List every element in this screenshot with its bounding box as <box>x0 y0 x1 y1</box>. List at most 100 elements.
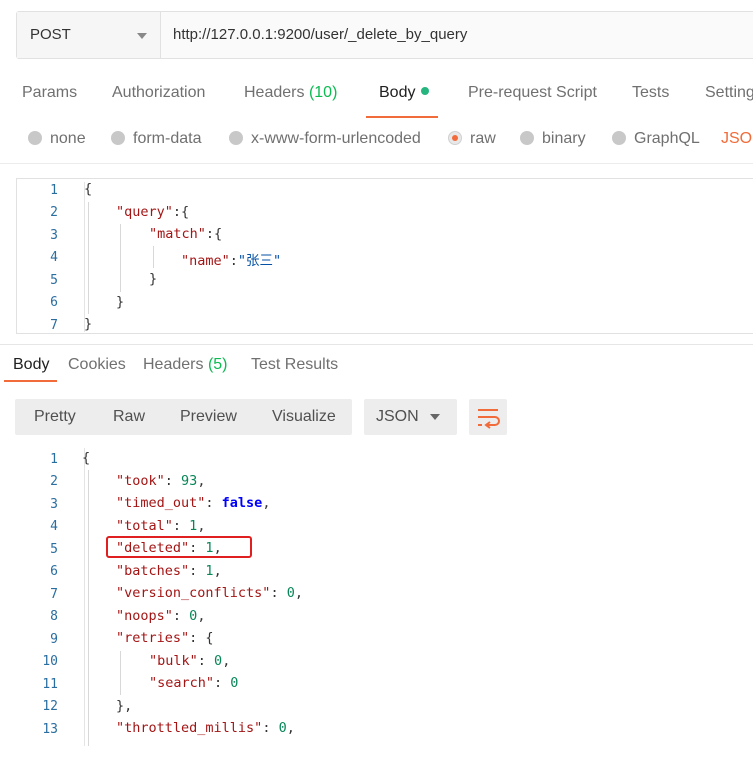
radio-none[interactable] <box>28 131 42 145</box>
wrap-lines-button[interactable] <box>469 399 507 435</box>
code-line: "name":"张三" <box>181 249 281 269</box>
line-number: 2 <box>50 474 58 489</box>
radio-graphql[interactable] <box>612 131 626 145</box>
json-key: "batches" <box>116 563 190 579</box>
json-number: 0 <box>230 675 239 691</box>
response-format-select[interactable]: JSON <box>364 399 457 435</box>
line-number: 1 <box>50 183 58 198</box>
method-label: POST <box>30 26 71 43</box>
radio-raw[interactable] <box>448 131 462 145</box>
response-tab-headers-count: (5) <box>207 356 228 373</box>
line-number: 13 <box>42 722 58 737</box>
json-number: 0 <box>286 585 295 601</box>
code-line: "total": 1, <box>116 518 206 534</box>
line-number: 10 <box>42 654 58 669</box>
tab-headers[interactable]: Headers (10) <box>244 84 337 102</box>
radio-urlencoded[interactable] <box>229 131 243 145</box>
radio-urlencoded-label[interactable]: x-www-form-urlencoded <box>251 130 421 148</box>
code-line: "noops": 0, <box>116 608 206 624</box>
line-number: 3 <box>50 497 58 512</box>
gutter-line <box>84 182 85 332</box>
code-line: "match":{ <box>149 226 222 242</box>
json-number: 0 <box>214 653 223 669</box>
json-number: 93 <box>181 473 198 489</box>
radio-form-data-label[interactable]: form-data <box>133 130 201 148</box>
line-number: 1 <box>50 452 58 467</box>
tab-tests[interactable]: Tests <box>632 84 669 102</box>
radio-form-data[interactable] <box>111 131 125 145</box>
tab-body[interactable]: Body <box>379 84 430 102</box>
json-punct: { <box>205 630 214 646</box>
divider <box>0 344 753 345</box>
chevron-down-icon <box>430 414 440 420</box>
response-tab-test-results[interactable]: Test Results <box>251 356 338 374</box>
code-line: "timed_out": false, <box>116 495 271 511</box>
indent-guide <box>120 224 121 292</box>
json-key: "noops" <box>116 608 173 624</box>
json-key: "version_conflicts" <box>116 585 271 601</box>
indent-guide <box>120 651 121 695</box>
tab-params[interactable]: Params <box>22 84 77 102</box>
line-number: 2 <box>50 205 58 220</box>
url-input[interactable]: http://127.0.0.1:9200/user/_delete_by_qu… <box>173 26 467 43</box>
radio-binary[interactable] <box>520 131 534 145</box>
response-format-label: JSON <box>376 408 419 425</box>
raw-button[interactable]: Raw <box>113 408 145 426</box>
json-boolean: false <box>221 495 263 511</box>
code-line: { <box>84 181 93 197</box>
preview-button[interactable]: Preview <box>180 408 237 426</box>
indent-guide <box>88 470 89 746</box>
json-string: "张三" <box>237 253 282 269</box>
json-punct: :{ <box>205 226 223 242</box>
tab-authorization[interactable]: Authorization <box>112 84 205 102</box>
visualize-button[interactable]: Visualize <box>272 408 336 426</box>
body-format-dropdown[interactable]: JSON <box>721 130 753 148</box>
line-number: 5 <box>50 542 58 557</box>
method-select[interactable]: POST <box>17 12 161 58</box>
json-key: "timed_out" <box>116 495 206 511</box>
radio-none-label[interactable]: none <box>50 130 86 148</box>
divider <box>0 163 753 164</box>
json-number: 0 <box>189 608 198 624</box>
json-number: 0 <box>278 720 287 736</box>
highlight-annotation-box <box>106 536 252 558</box>
radio-binary-label[interactable]: binary <box>542 130 586 148</box>
url-bar: POST http://127.0.0.1:9200/user/_delete_… <box>16 11 753 59</box>
code-line: "retries": { <box>116 630 214 646</box>
code-line: { <box>82 450 91 466</box>
tab-pre-request-script[interactable]: Pre-request Script <box>468 84 597 102</box>
json-key: "match" <box>149 226 206 242</box>
line-number: 4 <box>50 519 58 534</box>
radio-graphql-label[interactable]: GraphQL <box>634 130 700 148</box>
line-number: 12 <box>42 699 58 714</box>
tab-headers-label: Headers <box>244 84 305 101</box>
code-line: "bulk": 0, <box>149 653 231 669</box>
gutter-line <box>84 448 85 746</box>
line-number: 11 <box>42 677 58 692</box>
radio-raw-label[interactable]: raw <box>470 130 496 148</box>
request-body-editor[interactable] <box>16 178 753 334</box>
tab-headers-count: (10) <box>308 84 338 101</box>
body-active-dot-icon <box>421 87 430 95</box>
json-key: "took" <box>116 473 165 489</box>
response-tab-headers[interactable]: Headers (5) <box>143 356 228 374</box>
json-key: "query" <box>116 204 173 220</box>
line-number: 6 <box>50 564 58 579</box>
json-number: 1 <box>189 518 198 534</box>
response-tab-cookies[interactable]: Cookies <box>68 356 126 374</box>
response-tab-headers-label: Headers <box>143 356 204 373</box>
code-line: "query":{ <box>116 204 189 220</box>
wrap-lines-icon <box>478 409 500 429</box>
response-tab-body[interactable]: Body <box>13 356 49 374</box>
response-view-mode-group: Pretty Raw Preview Visualize <box>15 399 352 435</box>
indent-guide <box>88 202 89 314</box>
code-line: "version_conflicts": 0, <box>116 585 303 601</box>
line-number: 3 <box>50 228 58 243</box>
line-number: 7 <box>50 587 58 602</box>
json-key: "search" <box>149 675 215 691</box>
line-number: 9 <box>50 632 58 647</box>
tab-settings[interactable]: Setting <box>705 84 753 102</box>
json-key: "throttled_millis" <box>116 720 263 736</box>
pretty-button[interactable]: Pretty <box>34 408 76 426</box>
json-punct: :{ <box>172 204 190 220</box>
